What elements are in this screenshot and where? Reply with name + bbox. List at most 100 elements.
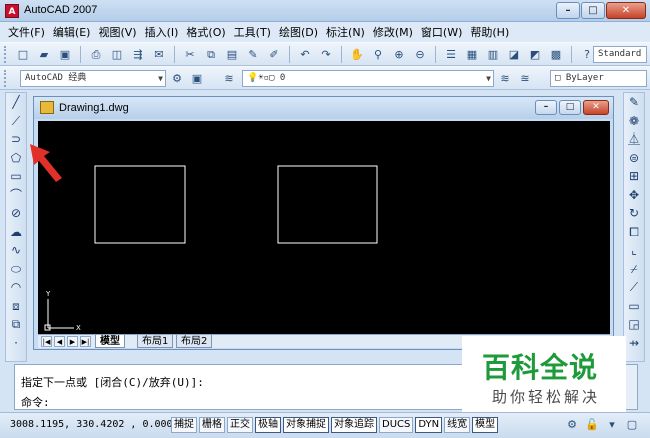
polygon-icon[interactable]: ⬠ xyxy=(6,149,26,168)
menu-dimension[interactable]: 标注(N) xyxy=(326,24,365,40)
undo-icon[interactable]: ↶ xyxy=(296,46,314,63)
ducs-toggle[interactable]: DUCS xyxy=(379,417,414,433)
workspace-settings-icon[interactable]: ⚙ xyxy=(168,70,186,87)
menu-format[interactable]: 格式(O) xyxy=(186,24,225,40)
tab-model[interactable]: 模型 xyxy=(95,335,125,348)
insert-block-icon[interactable]: ⧈ xyxy=(6,297,26,316)
zoom-window-icon[interactable]: ⊕ xyxy=(390,46,408,63)
rectangle-shape-left[interactable] xyxy=(94,165,186,244)
autocad-app-icon[interactable]: A xyxy=(5,4,19,18)
design-center-icon[interactable]: ▦ xyxy=(463,46,481,63)
cut-icon[interactable]: ✂ xyxy=(181,46,199,63)
move-icon[interactable]: ✥ xyxy=(624,186,644,205)
arc-icon[interactable]: ⌒ xyxy=(6,186,26,205)
rotate-icon[interactable]: ↻ xyxy=(624,204,644,223)
drawing-minimize-button[interactable]: – xyxy=(535,100,557,115)
layer-previous-icon[interactable]: ≊ xyxy=(516,70,534,87)
zoom-realtime-icon[interactable]: ⚲ xyxy=(369,46,387,63)
dyn-toggle[interactable]: DYN xyxy=(415,417,443,433)
mirror-icon[interactable]: ⏅ xyxy=(624,130,644,149)
model-space-toggle[interactable]: 模型 xyxy=(472,417,499,433)
rectangle-shape-right[interactable] xyxy=(277,165,378,244)
open-file-icon[interactable]: ▰ xyxy=(35,46,53,63)
save-workspace-icon[interactable]: ▣ xyxy=(188,70,206,87)
new-file-icon[interactable]: □ xyxy=(14,46,32,63)
match-properties-icon[interactable]: ✎ xyxy=(244,46,262,63)
stretch-icon[interactable]: ⌞ xyxy=(624,241,644,260)
menu-insert[interactable]: 插入(I) xyxy=(145,24,179,40)
first-tab-icon[interactable]: |◀ xyxy=(41,336,52,347)
calculator-icon[interactable]: ▩ xyxy=(547,46,565,63)
osnap-toggle[interactable]: 对象捕捉 xyxy=(283,417,329,433)
menu-help[interactable]: 帮助(H) xyxy=(470,24,509,40)
menu-tools[interactable]: 工具(T) xyxy=(234,24,271,40)
etransmit-icon[interactable]: ✉ xyxy=(150,46,168,63)
menu-view[interactable]: 视图(V) xyxy=(98,24,136,40)
last-tab-icon[interactable]: ▶| xyxy=(80,336,91,347)
make-object-layer-current-icon[interactable]: ≋ xyxy=(496,70,514,87)
otrack-toggle[interactable]: 对象追踪 xyxy=(331,417,377,433)
lineweight-toggle[interactable]: 线宽 xyxy=(444,417,471,433)
next-tab-icon[interactable]: ▶ xyxy=(67,336,78,347)
print-icon[interactable]: ⎙ xyxy=(87,46,105,63)
ortho-toggle[interactable]: 正交 xyxy=(227,417,253,433)
paste-icon[interactable]: ▤ xyxy=(223,46,241,63)
prev-tab-icon[interactable]: ◀ xyxy=(54,336,65,347)
menu-file[interactable]: 文件(F) xyxy=(8,24,45,40)
polar-toggle[interactable]: 极轴 xyxy=(255,417,281,433)
drawing-canvas[interactable]: Y X xyxy=(38,121,610,334)
clean-screen-icon[interactable]: ▢ xyxy=(624,417,640,433)
array-icon[interactable]: ⊞ xyxy=(624,167,644,186)
comm-center-icon[interactable]: ⚙ xyxy=(564,417,580,433)
snap-toggle[interactable]: 捕捉 xyxy=(171,417,197,433)
menu-window[interactable]: 窗口(W) xyxy=(421,24,462,40)
layer-select[interactable]: 💡☀▫▢ 0 ▼ xyxy=(242,70,494,87)
block-editor-icon[interactable]: ✐ xyxy=(265,46,283,63)
toolbar-grip[interactable] xyxy=(4,46,8,63)
lock-icon[interactable]: 🔓 xyxy=(584,417,600,433)
circle-icon[interactable]: ⊘ xyxy=(6,204,26,223)
break-icon[interactable]: ▭ xyxy=(624,297,644,316)
make-block-icon[interactable]: ⧉ xyxy=(6,315,26,334)
erase-icon[interactable]: ✎ xyxy=(624,93,644,112)
plot-preview-icon[interactable]: ◫ xyxy=(108,46,126,63)
extend-icon[interactable]: ⟋ xyxy=(624,278,644,297)
explode-icon[interactable]: ⇸ xyxy=(624,334,644,353)
publish-icon[interactable]: ⇶ xyxy=(129,46,147,63)
grid-toggle[interactable]: 栅格 xyxy=(199,417,225,433)
menu-draw[interactable]: 绘图(D) xyxy=(279,24,318,40)
drawing-restore-button[interactable]: □ xyxy=(559,100,581,115)
pan-icon[interactable]: ✋ xyxy=(348,46,366,63)
spline-icon[interactable]: ∿ xyxy=(6,241,26,260)
chevron-down-icon[interactable]: ▾ xyxy=(604,417,620,433)
trim-icon[interactable]: ⌿ xyxy=(624,260,644,279)
maximize-button[interactable]: □ xyxy=(581,2,605,19)
chamfer-icon[interactable]: ◲ xyxy=(624,315,644,334)
line-icon[interactable]: ╱ xyxy=(6,93,26,112)
copy-icon[interactable]: ⧉ xyxy=(202,46,220,63)
markup-icon[interactable]: ◩ xyxy=(526,46,544,63)
revision-cloud-icon[interactable]: ☁ xyxy=(6,223,26,242)
polyline-icon[interactable]: ⊃ xyxy=(6,130,26,149)
ellipse-icon[interactable]: ⬭ xyxy=(6,260,26,279)
minimize-button[interactable]: – xyxy=(556,2,580,19)
point-icon[interactable]: · xyxy=(6,334,26,353)
tab-layout2[interactable]: 布局2 xyxy=(176,335,213,348)
coordinate-readout[interactable]: 3008.1195, 330.4202 , 0.0000 xyxy=(10,419,179,430)
save-icon[interactable]: ▣ xyxy=(56,46,74,63)
ellipse-arc-icon[interactable]: ◠ xyxy=(6,278,26,297)
menu-modify[interactable]: 修改(M) xyxy=(373,24,413,40)
workspace-select[interactable]: AutoCAD 经典 ▼ xyxy=(20,70,166,87)
toolbar-grip[interactable] xyxy=(4,70,8,87)
menu-edit[interactable]: 编辑(E) xyxy=(53,24,91,40)
tool-palettes-icon[interactable]: ▥ xyxy=(484,46,502,63)
offset-icon[interactable]: ⊜ xyxy=(624,149,644,168)
zoom-previous-icon[interactable]: ⊖ xyxy=(411,46,429,63)
copy-object-icon[interactable]: ❁ xyxy=(624,112,644,131)
text-style-select[interactable]: Standard xyxy=(593,46,647,63)
construction-line-icon[interactable]: ⟋ xyxy=(6,112,26,131)
close-button[interactable]: ✕ xyxy=(606,2,646,19)
rectangle-icon[interactable]: ▭ xyxy=(6,167,26,186)
redo-icon[interactable]: ↷ xyxy=(317,46,335,63)
color-select[interactable]: □ ByLayer xyxy=(550,70,647,87)
